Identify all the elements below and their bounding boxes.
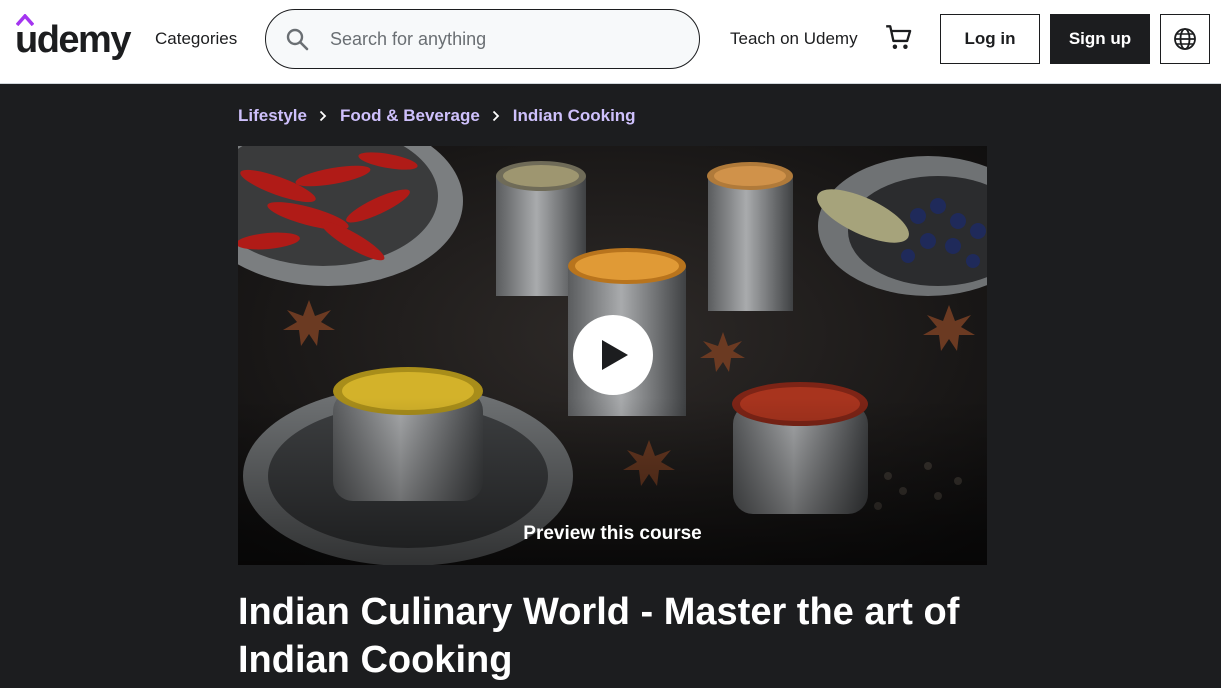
cart-icon[interactable] xyxy=(885,24,913,52)
chevron-right-icon xyxy=(492,110,500,122)
breadcrumb-item-food-beverage[interactable]: Food & Beverage xyxy=(340,106,480,126)
search-icon[interactable] xyxy=(285,27,309,51)
preview-course-label[interactable]: Preview this course xyxy=(238,523,987,545)
breadcrumb: Lifestyle Food & Beverage Indian Cooking xyxy=(238,104,636,128)
chevron-right-icon xyxy=(319,110,327,122)
top-header: udemy Categories Teach on Udemy Log in S… xyxy=(0,0,1221,84)
language-button[interactable] xyxy=(1160,14,1210,64)
categories-link[interactable]: Categories xyxy=(155,29,237,49)
login-button[interactable]: Log in xyxy=(940,14,1040,64)
search-input[interactable] xyxy=(330,10,680,68)
breadcrumb-item-indian-cooking[interactable]: Indian Cooking xyxy=(513,106,636,126)
search-bar[interactable] xyxy=(265,9,700,69)
course-title: Indian Culinary World - Master the art o… xyxy=(238,591,960,681)
teach-on-udemy-link[interactable]: Teach on Udemy xyxy=(730,29,858,49)
breadcrumb-item-lifestyle[interactable]: Lifestyle xyxy=(238,106,307,126)
logo-text: udemy xyxy=(15,19,131,61)
play-button[interactable] xyxy=(573,315,653,395)
signup-button[interactable]: Sign up xyxy=(1050,14,1150,64)
course-preview-video[interactable]: Preview this course xyxy=(238,146,987,565)
play-icon xyxy=(602,340,628,370)
globe-icon xyxy=(1174,28,1196,50)
udemy-logo[interactable]: udemy xyxy=(15,14,131,62)
